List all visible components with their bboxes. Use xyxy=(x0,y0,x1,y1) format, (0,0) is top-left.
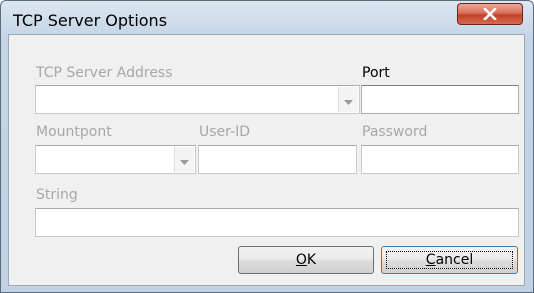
port-label: Port xyxy=(362,65,390,81)
tcp-server-address-dropdown-button[interactable] xyxy=(338,87,358,112)
tcp-server-options-dialog: TCP Server Options TCP Server Address Po… xyxy=(0,0,534,293)
port-input[interactable] xyxy=(361,85,519,114)
chevron-down-icon xyxy=(344,90,353,109)
tcp-server-address-label: TCP Server Address xyxy=(36,65,173,81)
user-id-input[interactable] xyxy=(198,145,357,174)
dialog-client-area: TCP Server Address Port Mountpont User-I… xyxy=(8,34,525,286)
ok-button-label: OK xyxy=(295,252,317,268)
chevron-down-icon xyxy=(180,150,189,169)
password-input[interactable] xyxy=(361,145,519,174)
close-icon xyxy=(483,8,497,20)
cancel-button-label: Cancel xyxy=(425,252,474,268)
mountpoint-label: Mountpont xyxy=(36,124,112,140)
mountpoint-dropdown-button[interactable] xyxy=(174,147,194,172)
tcp-server-address-combo[interactable] xyxy=(35,85,360,114)
mountpoint-combo[interactable] xyxy=(35,145,196,174)
password-label: Password xyxy=(362,124,428,140)
user-id-label: User-ID xyxy=(199,124,250,140)
window-title: TCP Server Options xyxy=(13,11,168,30)
string-input[interactable] xyxy=(35,208,519,237)
close-button[interactable] xyxy=(457,3,523,25)
string-label: String xyxy=(36,187,78,203)
ok-button[interactable]: OK xyxy=(238,246,374,274)
cancel-button[interactable]: Cancel xyxy=(381,246,518,274)
